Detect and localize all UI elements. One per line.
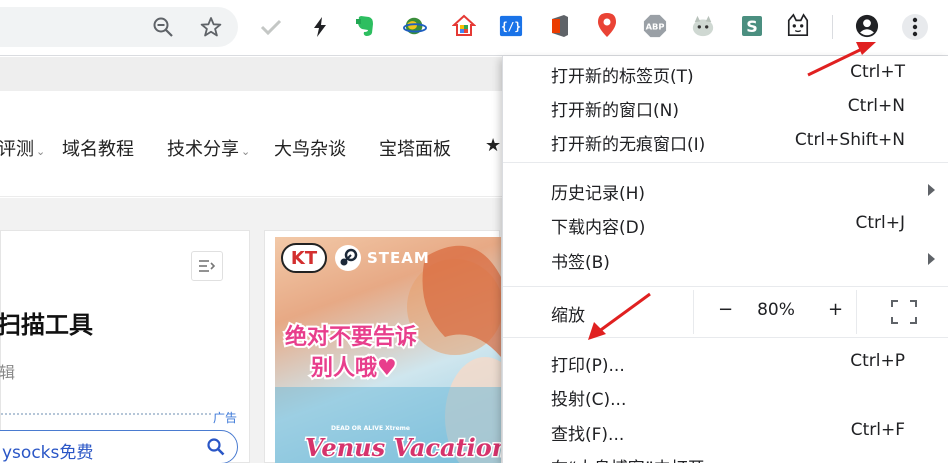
menu-item-shortcut: Ctrl+T bbox=[850, 62, 905, 82]
bolt-extension-icon[interactable] bbox=[308, 15, 332, 39]
adblock-text: ABP bbox=[646, 22, 665, 32]
nav-item-reviews[interactable]: 评测 ⌄ bbox=[0, 135, 45, 161]
ad-divider bbox=[1, 413, 211, 415]
nav-item-label: 评测 bbox=[0, 139, 34, 160]
s-extension-text: S bbox=[746, 17, 758, 36]
menu-item-label: 打开新的无痕窗口(I) bbox=[551, 135, 706, 155]
steam-logo-icon bbox=[335, 245, 361, 271]
game-subtitle: DEAD OR ALIVE Xtreme bbox=[331, 425, 410, 432]
menu-item-shortcut: Ctrl+J bbox=[855, 213, 905, 233]
menu-item-label: 在“大鸟博客”中打开 bbox=[551, 454, 705, 463]
menu-item-history[interactable]: 历史记录(H) bbox=[503, 173, 948, 207]
menu-item-label: 投射(C)... bbox=[551, 390, 627, 410]
submenu-arrow-icon bbox=[928, 253, 935, 265]
menu-item-label: 历史记录(H) bbox=[551, 184, 646, 204]
menu-item-new-incognito[interactable]: 打开新的无痕窗口(I) Ctrl+Shift+N bbox=[503, 124, 948, 158]
menu-item-print[interactable]: 打印(P)... Ctrl+P bbox=[503, 345, 948, 379]
evernote-extension-icon[interactable] bbox=[353, 14, 377, 38]
house-extension-icon[interactable] bbox=[452, 14, 476, 38]
fullscreen-icon bbox=[891, 300, 917, 324]
menu-item-find[interactable]: 查找(F)... Ctrl+F bbox=[503, 414, 948, 448]
menu-item-downloads[interactable]: 下载内容(D) Ctrl+J bbox=[503, 207, 948, 241]
menu-separator bbox=[503, 337, 948, 338]
menu-separator bbox=[503, 286, 948, 287]
ad-label: 广告 bbox=[213, 411, 238, 425]
bookmark-star-icon[interactable] bbox=[199, 15, 223, 39]
profile-icon[interactable] bbox=[855, 14, 879, 38]
menu-item-label: 打开新的标签页(T) bbox=[551, 67, 694, 87]
article-card: 扫描工具 辑 广告 ysocks免费 bbox=[0, 230, 250, 463]
menu-item-shortcut: Ctrl+P bbox=[850, 351, 905, 371]
globe-extension-icon[interactable] bbox=[403, 14, 427, 38]
fullscreen-button[interactable] bbox=[891, 300, 917, 324]
nav-item-domain-tutorial[interactable]: 域名教程 bbox=[62, 135, 134, 161]
zoom-label: 缩放 bbox=[551, 306, 585, 326]
zoom-controls: − 80% + bbox=[693, 290, 857, 334]
zoom-in-button[interactable]: + bbox=[828, 299, 843, 320]
menu-item-open-in-app[interactable]: 在“大鸟博客”中打开 bbox=[503, 448, 948, 463]
article-meta: 辑 bbox=[0, 363, 16, 382]
adblock-plus-extension-icon[interactable]: ABP bbox=[643, 14, 667, 38]
search-icon[interactable] bbox=[207, 438, 225, 456]
code-extension-text: {/} bbox=[501, 21, 521, 34]
article-title[interactable]: 扫描工具 bbox=[0, 305, 93, 340]
menu-item-label: 下载内容(D) bbox=[551, 218, 646, 238]
list-toggle-icon bbox=[199, 260, 216, 272]
menu-item-shortcut: Ctrl+Shift+N bbox=[794, 130, 905, 150]
submenu-arrow-icon bbox=[928, 184, 935, 196]
menu-item-label: 打开新的窗口(N) bbox=[551, 101, 679, 121]
ad-headline-line2: 别人哦♥ bbox=[309, 354, 399, 383]
search-ad-text: ysocks免费 bbox=[2, 443, 94, 463]
menu-item-label: 打印(P)... bbox=[551, 356, 625, 376]
sidebar-toggle-button[interactable] bbox=[191, 251, 223, 281]
menu-zoom-row: 缩放 − 80% + bbox=[503, 290, 948, 334]
menu-item-label: 查找(F)... bbox=[551, 425, 625, 445]
nav-item-bt-panel[interactable]: 宝塔面板 bbox=[379, 135, 451, 161]
menu-item-shortcut: Ctrl+N bbox=[847, 96, 905, 116]
search-ad-box[interactable]: ysocks免费 bbox=[0, 430, 238, 463]
menu-item-new-tab[interactable]: 打开新的标签页(T) Ctrl+T bbox=[503, 56, 948, 90]
ad-headline-line1: 绝对不要告诉 bbox=[283, 323, 419, 352]
chevron-down-icon: ⌄ bbox=[36, 145, 46, 158]
game-ad-image[interactable]: KT STEAM 绝对不要告诉 别人哦♥ DEAD OR ALIVE Xtrem… bbox=[275, 237, 501, 463]
cat-face-extension-icon[interactable] bbox=[786, 13, 810, 37]
zoom-out-icon[interactable] bbox=[151, 15, 175, 39]
more-menu-icon[interactable] bbox=[902, 14, 928, 40]
game-title: Venus Vacation bbox=[303, 432, 501, 463]
menu-item-cast[interactable]: 投射(C)... bbox=[503, 379, 948, 413]
office-extension-icon[interactable] bbox=[548, 14, 572, 38]
map-pin-extension-icon[interactable] bbox=[595, 13, 619, 37]
nav-item-tech-share[interactable]: 技术分享 ⌄ bbox=[167, 135, 250, 161]
chevron-down-icon: ⌄ bbox=[241, 145, 251, 158]
steam-label: STEAM bbox=[367, 249, 430, 267]
menu-item-bookmarks[interactable]: 书签(B) bbox=[503, 242, 948, 276]
chrome-main-menu: 打开新的标签页(T) Ctrl+T 打开新的窗口(N) Ctrl+N 打开新的无… bbox=[502, 56, 948, 463]
nav-item-misc-talk[interactable]: 大鸟杂谈 bbox=[274, 135, 346, 161]
kt-logo: KT bbox=[281, 243, 327, 273]
browser-toolbar: {/} ABP S bbox=[0, 0, 948, 56]
code-extension-icon[interactable]: {/} bbox=[499, 14, 523, 38]
cat-extension-icon[interactable] bbox=[691, 14, 715, 38]
menu-item-label: 书签(B) bbox=[551, 253, 610, 273]
nav-star-icon[interactable]: ★ bbox=[485, 135, 501, 156]
toolbar-divider bbox=[832, 15, 833, 39]
menu-item-new-window[interactable]: 打开新的窗口(N) Ctrl+N bbox=[503, 90, 948, 124]
menu-separator bbox=[503, 162, 948, 163]
checkmark-extension-icon[interactable] bbox=[259, 15, 283, 39]
s-extension-icon[interactable]: S bbox=[740, 14, 764, 38]
nav-item-label: 技术分享 bbox=[167, 139, 239, 160]
game-ad-card[interactable]: KT STEAM 绝对不要告诉 别人哦♥ DEAD OR ALIVE Xtrem… bbox=[264, 230, 501, 463]
menu-item-shortcut: Ctrl+F bbox=[850, 420, 905, 440]
